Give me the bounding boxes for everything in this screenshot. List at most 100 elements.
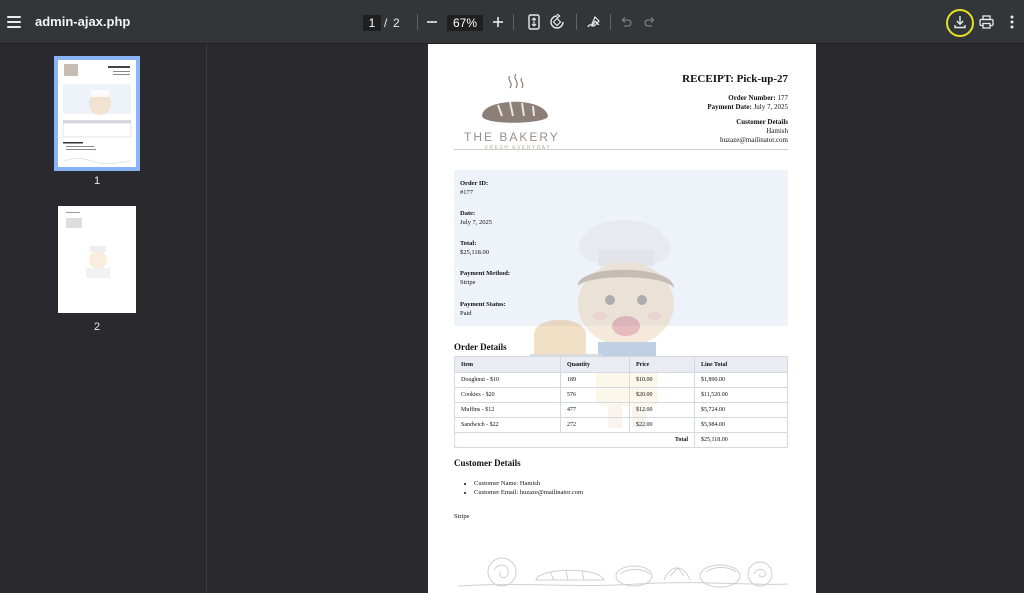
cell-price: $22.00 [629,417,695,433]
more-vert-icon [1010,15,1014,29]
cell-price: $10.00 [629,372,695,388]
payment-date-line: Payment Date: July 7, 2025 [707,103,788,112]
order-details-heading: Order Details [454,342,507,352]
receipt-title: RECEIPT: Pick-up-27 [682,73,788,85]
payment-date-label: Payment Date: [707,103,752,111]
cell-line-total: $5,984.00 [694,417,788,433]
download-button[interactable] [951,13,969,31]
info-label: Date: [460,210,476,217]
cell-price: $20.00 [629,387,695,403]
table-row: Doughnut - $10 189 $10.00 $1,890.00 [454,372,788,388]
rotate-icon [550,14,564,29]
thumbnail-image[interactable] [54,56,140,171]
toolbar-divider [576,14,577,30]
page-separator: / [384,16,388,30]
customer-details-label: Customer Details [736,118,788,126]
customer-name: Hamish [766,127,788,135]
table-row: Cookies - $20 576 $20.00 $11,520.00 [454,387,788,403]
customer-details-list: Customer Name: Hamish Customer Email: hu… [474,479,583,497]
payment-method-item: Payment Method: Stripe [460,269,510,287]
thumbnail-page-2[interactable]: 2 [56,206,138,333]
column-header-price: Price [629,356,695,373]
list-item: Customer Name: Hamish [474,479,583,488]
table-row: Sandwich - $22 272 $22.00 $5,984.00 [454,417,788,433]
cell-line-total: $1,890.00 [694,372,788,388]
info-label: Total: [460,240,477,247]
info-value: Paid [460,310,472,317]
toolbar-divider [513,14,514,30]
cell-quantity: 477 [560,402,630,418]
info-label: Payment Method: [460,270,511,277]
cell-item: Cookies - $20 [454,387,561,403]
undo-icon [621,17,632,27]
fit-page-button[interactable] [525,13,543,31]
payment-date-value: July 7, 2025 [753,103,788,111]
plus-icon [493,17,503,27]
column-header-quantity: Quantity [560,356,630,373]
thumbnail-preview [66,212,110,278]
annotate-button[interactable] [585,13,603,31]
logo-tagline: FRESH EVERYDAY [485,145,552,151]
redo-icon [644,17,655,27]
header-divider [454,149,788,150]
toolbar-divider [610,14,611,30]
cell-line-total: $5,724.00 [694,402,788,418]
cell-line-total: $11,520.00 [694,387,788,403]
thumbnail-preview [62,64,132,164]
total-label: Total [454,432,695,448]
payment-note: Stripe [454,513,470,520]
logo-wordmark: THE BAKERY [464,130,560,144]
page-number-input[interactable]: 1 [363,15,381,31]
cell-quantity: 576 [560,387,630,403]
printer-icon [978,15,994,29]
table-row: Muffins - $12 477 $12.00 $5,724.00 [454,402,788,418]
cell-item: Muffins - $12 [454,402,561,418]
total-pages: 2 [393,16,400,30]
cell-item: Doughnut - $10 [454,372,561,388]
document-title: admin-ajax.php [35,14,131,29]
order-number-line: Order Number: 177 [707,94,788,103]
cell-quantity: 272 [560,417,630,433]
redo-button[interactable] [641,13,659,31]
info-value: $25,118.00 [460,249,490,256]
pdf-page: THE BAKERY FRESH EVERYDAY RECEIPT: Pick-… [428,44,816,593]
pdf-toolbar: admin-ajax.php 1 / 2 67% [0,0,1024,44]
order-number-value: 177 [777,94,789,102]
column-header-item: Item [454,356,561,373]
download-icon [954,16,966,29]
order-items-table: Item Quantity Price Line Total Doughnut … [454,356,788,448]
undo-button[interactable] [617,13,635,31]
table-total-row: Total $25,118.00 [454,432,788,448]
payment-status-item: Payment Status: Paid [460,300,506,318]
info-value: July 7, 2025 [460,219,492,226]
cell-price: $12.00 [629,402,695,418]
zoom-in-button[interactable] [489,13,507,31]
order-id-item: Order ID: #177 [460,179,488,197]
rotate-button[interactable] [548,13,566,31]
document-viewer[interactable]: THE BAKERY FRESH EVERYDAY RECEIPT: Pick-… [208,44,1024,593]
info-label: Payment Status: [460,301,506,308]
thumbnail-label: 2 [93,321,101,333]
thumbnail-label: 1 [93,175,101,187]
total-item: Total: $25,118.00 [460,239,489,257]
bakery-footer-illustration [458,557,788,588]
zoom-out-button[interactable] [423,13,441,31]
thumbnail-page-1[interactable]: 1 [54,56,140,187]
thumbnail-image[interactable] [58,206,136,313]
menu-icon[interactable] [4,12,24,32]
toolbar-divider [417,14,418,30]
date-item: Date: July 7, 2025 [460,209,492,227]
pen-icon [587,15,600,28]
zoom-level-input[interactable]: 67% [447,15,483,31]
info-value: #177 [460,189,473,196]
more-options-button[interactable] [1003,13,1021,31]
customer-email: huzaze@mailinator.com [719,136,788,144]
info-value: Stripe [460,279,476,286]
table-header-row: Item Quantity Price Line Total [454,356,788,373]
list-item: Customer Email: huzaze@mailinator.com [474,488,583,497]
receipt-customer-block: Customer Details Hamish huzaze@mailinato… [720,118,788,145]
customer-details-heading: Customer Details [454,458,521,468]
column-header-line-total: Line Total [694,356,788,373]
thumbnail-sidebar: 1 2 [0,44,207,593]
print-button[interactable] [977,13,995,31]
